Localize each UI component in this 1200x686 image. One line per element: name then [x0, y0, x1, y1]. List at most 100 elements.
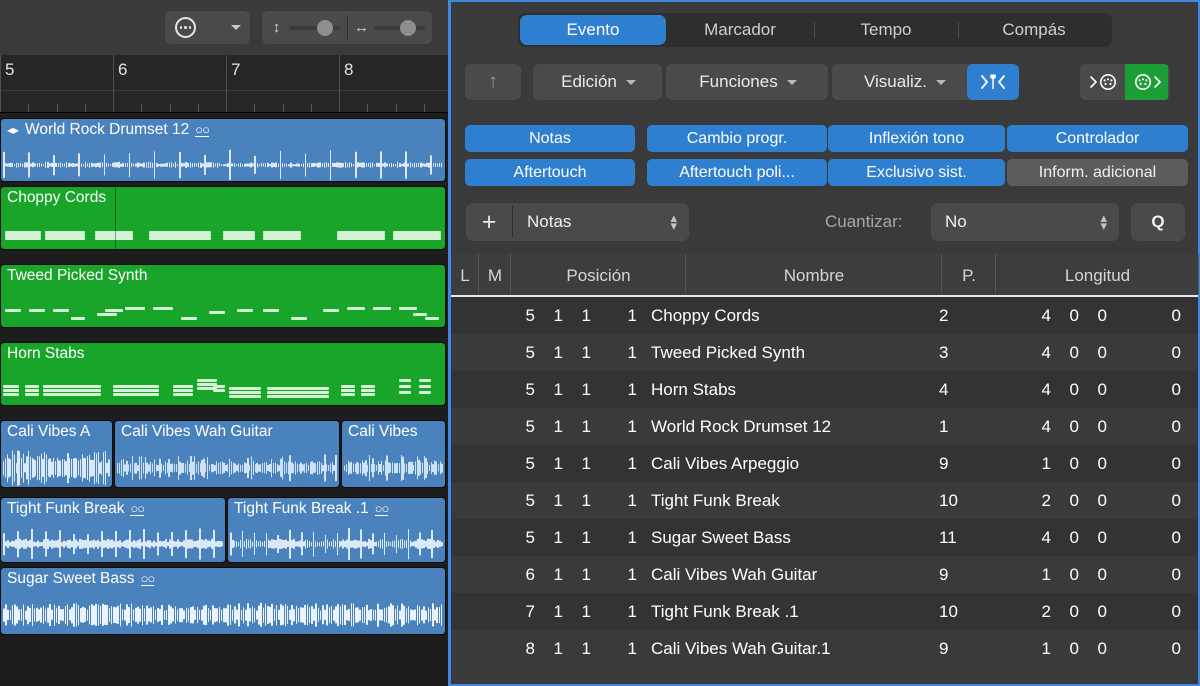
table-row[interactable]: 5 1 1 1 Horn Stabs 4 4 0 0 0 [451, 371, 1198, 408]
cell-position-3: 1 [581, 305, 591, 325]
cell-length-tick: 0 [1171, 416, 1181, 436]
table-row[interactable]: 6 1 1 1 Cali Vibes Wah Guitar 9 1 0 0 0 [451, 556, 1198, 593]
table-row[interactable]: 7 1 1 1 Tight Funk Break .1 10 2 0 0 0 [451, 593, 1198, 630]
filter-aftertouch-poli[interactable]: Aftertouch poli... [647, 159, 827, 186]
note-split-icon [981, 74, 1005, 89]
region-world-rock-drumset-12[interactable]: ◂▸ World Rock Drumset 12 ○○ [0, 118, 446, 182]
vertical-zoom-slider[interactable]: ↕ [262, 11, 347, 44]
region-tweed-picked-synth[interactable]: Tweed Picked Synth [0, 264, 446, 328]
table-row[interactable]: 5 1 1 1 Cali Vibes Arpeggio 9 1 0 0 0 [451, 445, 1198, 482]
region-tight-funk-break[interactable]: Tight Funk Break ○○ [0, 497, 226, 563]
horizontal-zoom-track[interactable] [374, 19, 425, 36]
region-title: Sugar Sweet Bass ○○ [7, 570, 155, 588]
cell-length-3: 0 [1097, 601, 1107, 621]
cell-length-2: 0 [1069, 342, 1079, 362]
table-row[interactable]: 5 1 1 1 Sugar Sweet Bass 11 4 0 0 0 [451, 519, 1198, 556]
filter-inform-adicional[interactable]: Inform. adicional [1007, 159, 1188, 186]
tab-compas[interactable]: Compás [958, 15, 1110, 45]
cell-channel: 4 [939, 379, 949, 399]
table-row[interactable]: 5 1 1 1 Choppy Cords 2 4 0 0 0 [451, 297, 1198, 334]
vertical-zoom-track[interactable] [289, 19, 340, 36]
loop-icon: ○○ [374, 500, 389, 517]
add-event-button[interactable]: + [466, 209, 512, 235]
cell-channel: 9 [939, 638, 949, 658]
column-header-longitud[interactable]: Longitud [996, 254, 1199, 297]
table-row[interactable]: 5 1 1 1 World Rock Drumset 12 1 4 0 0 0 [451, 408, 1198, 445]
cell-length-3: 0 [1097, 527, 1107, 547]
edicion-menu-button[interactable]: Edición [533, 64, 662, 100]
column-header-l[interactable]: L [451, 254, 479, 297]
funciones-menu-button[interactable]: Funciones [666, 64, 828, 100]
quantize-label: Cuantizar: [825, 212, 903, 231]
filter-aftertouch[interactable]: Aftertouch [465, 159, 635, 186]
cell-length-tick: 0 [1171, 379, 1181, 399]
go-up-button[interactable]: ↑ [465, 64, 521, 100]
segmented-control: Evento Marcador Tempo Compás [518, 13, 1112, 47]
event-table-header: L M Posición Nombre P. Longitud [451, 254, 1199, 297]
region-cali-vibes[interactable]: Cali Vibes [341, 420, 446, 488]
cell-nombre: Choppy Cords [651, 305, 760, 325]
filter-cambio-progr[interactable]: Cambio progr. [647, 125, 827, 152]
cell-position-2: 1 [553, 527, 563, 547]
funciones-label: Funciones [699, 72, 778, 91]
event-table-body[interactable]: 5 1 1 1 Choppy Cords 2 4 0 0 0 5 1 1 1 Tweed Picked Sy… [451, 297, 1198, 684]
ruler-tick [28, 104, 30, 112]
region-cali-vibes-a[interactable]: Cali Vibes A [0, 420, 113, 488]
table-row[interactable]: 5 1 1 1 Tight Funk Break 10 2 0 0 0 [451, 482, 1198, 519]
region-name: Sugar Sweet Bass [7, 570, 135, 587]
bar-ruler[interactable]: 5 6 7 8 [0, 55, 448, 113]
table-row[interactable]: 8 1 1 1 Cali Vibes Wah Guitar.1 9 1 0 0 0 [451, 630, 1198, 667]
region-choppy-cords[interactable]: Choppy Cords [0, 186, 446, 250]
column-header-nombre[interactable]: Nombre [686, 254, 942, 297]
filter-controlador[interactable]: Controlador [1007, 125, 1188, 152]
filter-exclusivo-sist[interactable]: Exclusivo sist. [828, 159, 1005, 186]
cell-position-3: 1 [581, 638, 591, 658]
horizontal-zoom-knob[interactable] [400, 19, 416, 36]
ruler-bar-number: 5 [5, 60, 15, 79]
tab-tempo[interactable]: Tempo [814, 15, 958, 45]
event-type-value: Notas [527, 212, 572, 231]
cell-length-1: 4 [1041, 527, 1051, 547]
tab-evento[interactable]: Evento [520, 15, 666, 45]
cell-position-3: 1 [581, 453, 591, 473]
region-sugar-sweet-bass[interactable]: Sugar Sweet Bass ○○ [0, 567, 446, 635]
cell-channel: 9 [939, 564, 949, 584]
region-name: Cali Vibes Wah Guitar [121, 423, 273, 440]
quantize-select[interactable]: No ▴ ▾ [931, 203, 1119, 241]
arrange-toolbar: ↕ ↔ [0, 0, 448, 55]
horizontal-zoom-slider[interactable]: ↔ [347, 11, 432, 44]
region-tight-funk-break-1[interactable]: Tight Funk Break .1 ○○ [227, 497, 446, 563]
region-cali-vibes-wah-guitar[interactable]: Cali Vibes Wah Guitar [114, 420, 340, 488]
midi-in-button[interactable] [1082, 64, 1125, 100]
split-note-button[interactable] [967, 64, 1019, 100]
cell-length-tick: 0 [1171, 453, 1181, 473]
cell-length-2: 0 [1069, 601, 1079, 621]
quantize-apply-button[interactable]: Q [1131, 203, 1185, 241]
cell-position-2: 1 [553, 342, 563, 362]
ruler-tick [395, 104, 397, 112]
cell-position-1: 5 [525, 453, 535, 473]
chevron-down-icon[interactable] [231, 25, 241, 30]
cell-length-3: 0 [1097, 379, 1107, 399]
visualiz-menu-button[interactable]: Visualiz. [832, 64, 976, 100]
event-type-select[interactable]: Notas ▴ ▾ [513, 211, 689, 232]
column-header-m[interactable]: M [479, 254, 511, 297]
cell-position-1: 7 [525, 601, 535, 621]
column-header-posicion[interactable]: Posición [511, 254, 686, 297]
table-row[interactable]: 5 1 1 1 Tweed Picked Synth 3 4 0 0 0 [451, 334, 1198, 371]
cell-length-1: 1 [1041, 564, 1051, 584]
column-header-p[interactable]: P. [942, 254, 996, 297]
cell-position-1: 5 [525, 527, 535, 547]
midi-out-button[interactable] [1125, 64, 1168, 100]
filter-inflexion-tono[interactable]: Inflexión tono [828, 125, 1005, 152]
audio-waveform [228, 528, 445, 560]
catch-mode-button[interactable] [165, 11, 250, 44]
cell-position-2: 1 [553, 305, 563, 325]
tab-marcador[interactable]: Marcador [666, 15, 814, 45]
filter-notas[interactable]: Notas [465, 125, 635, 152]
ruler-tick [423, 104, 425, 112]
vertical-zoom-knob[interactable] [317, 19, 333, 36]
cell-length-1: 4 [1041, 379, 1051, 399]
region-horn-stabs[interactable]: Horn Stabs [0, 342, 446, 406]
midi-note-display [1, 265, 445, 327]
